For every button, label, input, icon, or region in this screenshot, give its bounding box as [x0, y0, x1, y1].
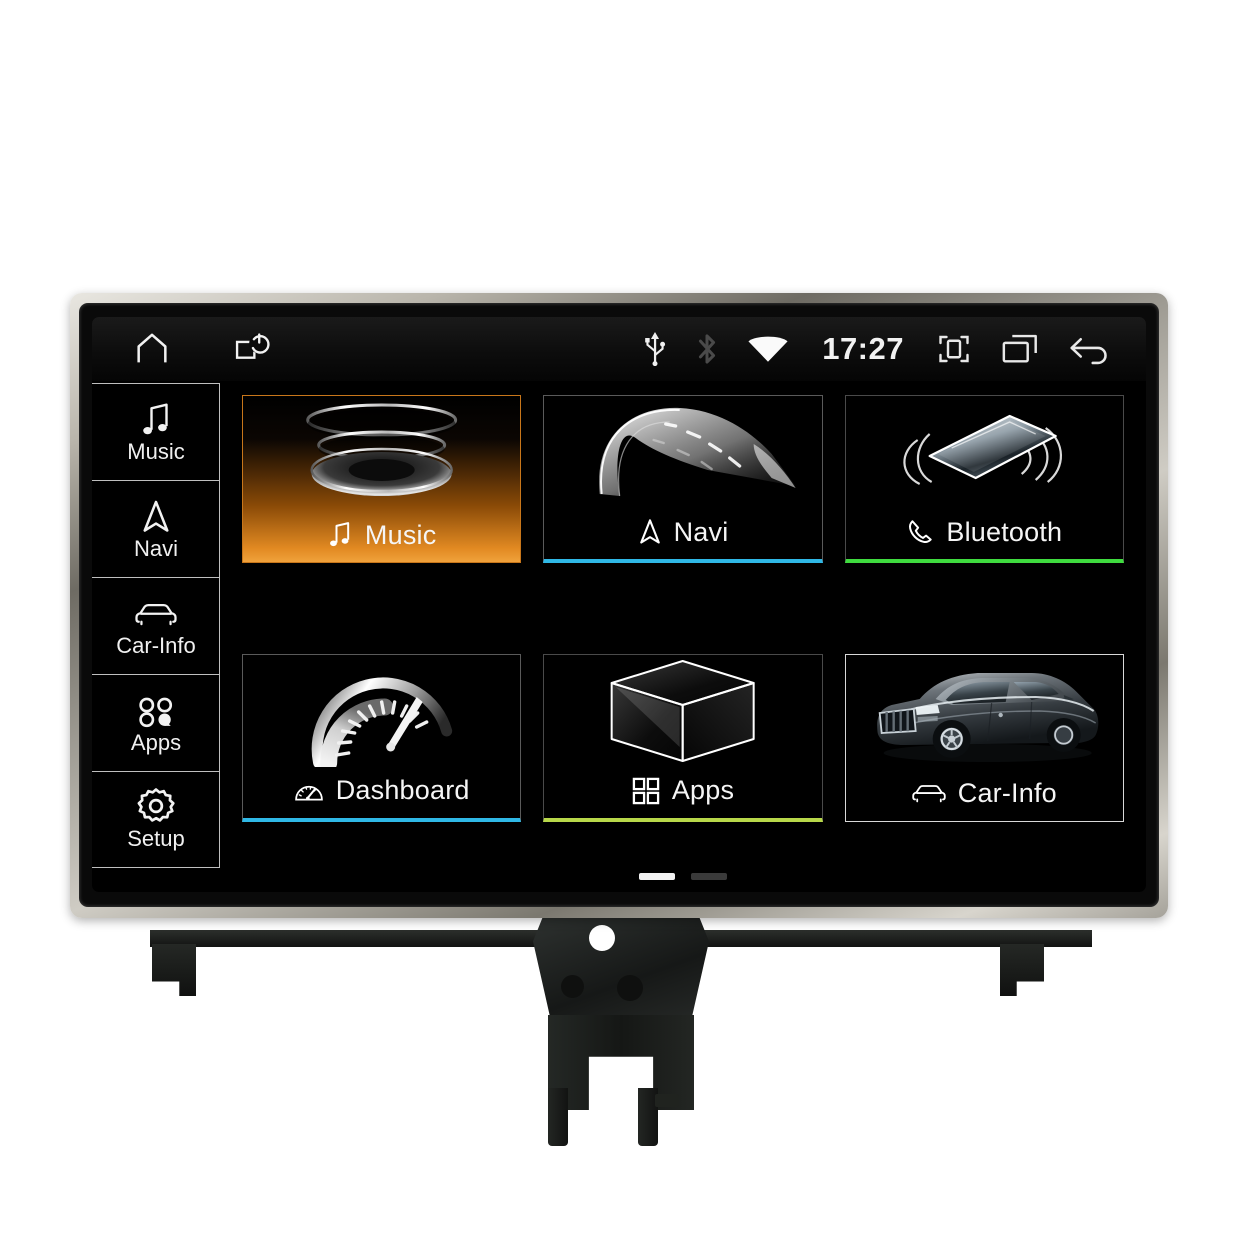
tile-navi[interactable]: Navi [543, 395, 823, 563]
tile-label: Bluetooth [946, 516, 1063, 547]
car-front-icon [135, 596, 177, 632]
page-indicator[interactable] [220, 868, 1146, 884]
tile-car-info[interactable]: Car-Info [844, 653, 1124, 822]
phone-waves-art [846, 396, 1123, 508]
gauge-icon [294, 778, 324, 804]
bracket-hole-left [561, 975, 584, 998]
sidebar-item-apps[interactable]: Apps [92, 674, 220, 771]
navigation-arrow-icon [141, 499, 171, 535]
tile-apps[interactable]: Apps [543, 653, 823, 822]
bracket-hole-top [589, 925, 615, 951]
navigation-arrow-icon [638, 518, 662, 546]
page-dot-inactive[interactable] [691, 872, 727, 880]
tile-bluetooth[interactable]: Bluetooth [844, 395, 1124, 563]
tile-label-bar: Music [243, 508, 520, 562]
app-tile-grid: Music Navi Bluetooth Dashboard Apps Car-… [220, 381, 1146, 892]
sidebar: Music Navi Car-Info Apps Setup [92, 381, 220, 892]
sidebar-item-setup[interactable]: Setup [92, 771, 220, 868]
tile-label: Apps [671, 775, 735, 805]
bracket-foot-right [1000, 944, 1044, 996]
wifi-icon [746, 332, 790, 366]
tile-label-bar: Car-Info [846, 767, 1123, 821]
main-content: Music Navi Car-Info Apps Setup Music Nav… [92, 381, 1146, 892]
sidebar-item-label: Car-Info [116, 632, 196, 658]
bezel-inner: 17:27 Music Navi Car-Info Apps Setup Mus… [79, 303, 1159, 907]
tile-label-bar: Bluetooth [846, 505, 1123, 559]
page-dot-active[interactable] [639, 872, 675, 880]
sidebar-item-car-info[interactable]: Car-Info [92, 577, 220, 674]
sidebar-item-navi[interactable]: Navi [92, 480, 220, 577]
speedometer-art [243, 655, 520, 767]
tile-label: Car-Info [957, 778, 1057, 808]
vinyl-discs-art [243, 396, 520, 508]
clock: 17:27 [822, 331, 904, 366]
tile-label: Navi [673, 516, 729, 547]
tile-label-bar: Navi [544, 505, 821, 559]
head-unit-bezel: 17:27 Music Navi Car-Info Apps Setup Mus… [70, 293, 1168, 918]
sidebar-item-music[interactable]: Music [92, 383, 220, 480]
status-bar: 17:27 [92, 317, 1146, 381]
bracket-tab [655, 1094, 679, 1107]
apps-circles-icon [136, 693, 176, 729]
tile-label-bar: Dashboard [243, 764, 520, 818]
grid-squares-icon [632, 777, 660, 805]
tile-label: Dashboard [335, 775, 470, 805]
gear-icon [137, 788, 175, 825]
sidebar-item-label: Setup [127, 826, 185, 851]
product-photo: 17:27 Music Navi Car-Info Apps Setup Mus… [0, 0, 1238, 1245]
music-note-icon [327, 521, 353, 549]
phone-handset-icon [906, 518, 934, 546]
tile-label-bar: Apps [544, 764, 821, 818]
usb-icon [642, 332, 668, 366]
home-icon[interactable] [132, 329, 172, 369]
recent-apps-icon[interactable] [1000, 332, 1040, 366]
curved-road-art [544, 396, 821, 508]
back-icon[interactable] [1068, 332, 1110, 366]
sidebar-item-label: Navi [133, 535, 178, 561]
sidebar-item-label: Music [127, 438, 185, 464]
screenshot-icon[interactable] [936, 331, 972, 367]
bracket-prong-left [548, 1088, 568, 1146]
tile-dashboard[interactable]: Dashboard [242, 653, 522, 822]
car-front-icon [912, 781, 946, 807]
bracket-arm-left [150, 930, 550, 947]
bracket-hole-right [617, 975, 643, 1001]
suv-photo-art [846, 655, 1123, 767]
music-note-icon [139, 402, 173, 438]
bracket-foot-left [152, 944, 196, 996]
wire-cube-art [544, 655, 821, 767]
tile-label: Music [364, 519, 437, 550]
power-screen-off-icon[interactable] [230, 329, 274, 369]
tile-music[interactable]: Music [242, 395, 522, 563]
bluetooth-icon [696, 332, 718, 366]
touchscreen[interactable]: 17:27 Music Navi Car-Info Apps Setup Mus… [92, 317, 1146, 892]
sidebar-item-label: Apps [130, 729, 182, 755]
